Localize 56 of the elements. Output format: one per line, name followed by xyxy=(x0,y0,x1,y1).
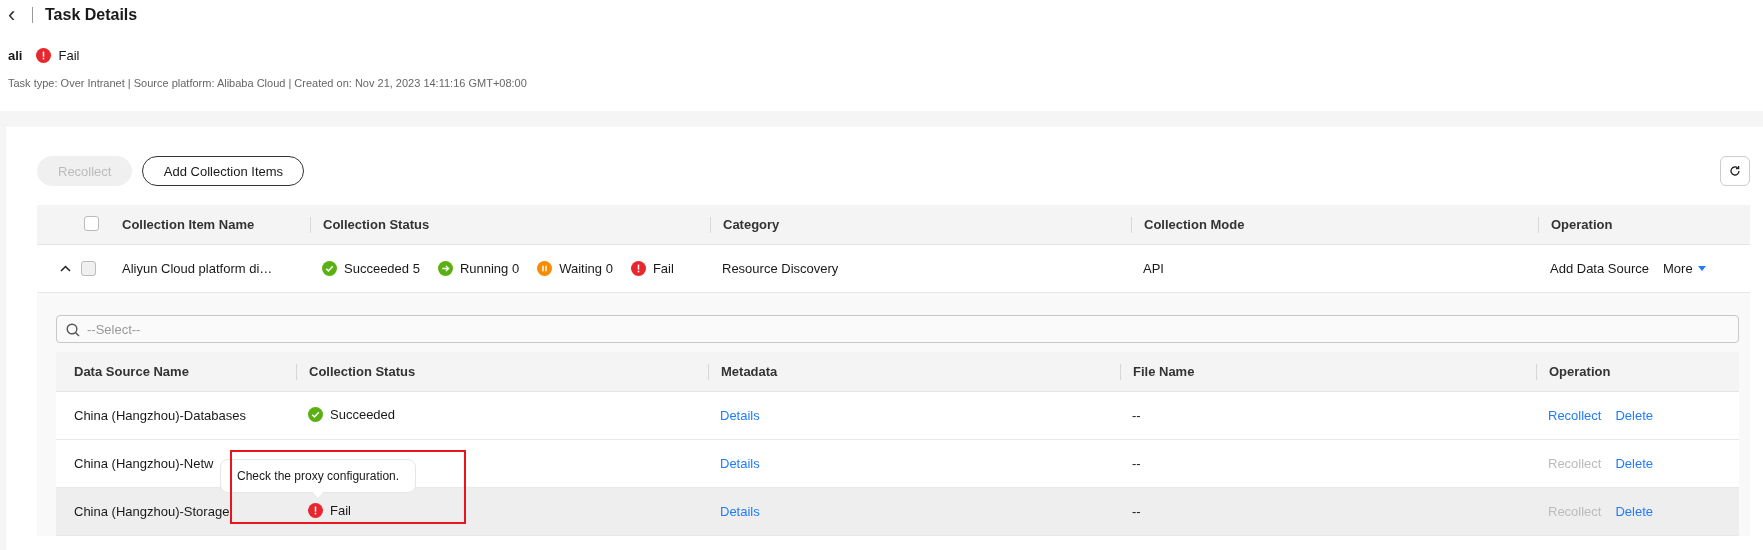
status-label: Fail xyxy=(36,48,80,63)
add-button[interactable]: Add Collection Items xyxy=(142,156,305,186)
column-header: File Name xyxy=(1120,363,1536,380)
row-checkbox[interactable] xyxy=(81,261,96,276)
details-link[interactable]: Details xyxy=(720,456,760,471)
table-cell-text: China (Hangzhou)-Storage xyxy=(73,504,231,519)
add-data-source-link[interactable]: Add Data Source xyxy=(1550,261,1649,276)
table-cell-text: China (Hangzhou)-Netw xyxy=(73,456,215,471)
column-header: Metadata xyxy=(708,363,1120,380)
column-header: Collection Status xyxy=(310,216,710,233)
table-cell-text: Aliyun Cloud platform di… xyxy=(121,261,274,276)
status-label: Running 0 xyxy=(437,261,520,276)
delete-link[interactable]: Delete xyxy=(1615,504,1654,519)
error-icon xyxy=(36,48,52,63)
table-cell-text: -- xyxy=(1131,456,1142,471)
check-circle-icon xyxy=(322,261,337,276)
more-menu[interactable]: More xyxy=(1663,261,1706,276)
table-cell-text: API xyxy=(1142,261,1165,276)
recollect-link[interactable]: Recollect xyxy=(1548,408,1602,423)
details-link[interactable]: Details xyxy=(720,408,760,423)
column-header: Category xyxy=(710,216,1131,233)
column-header: Operation xyxy=(1536,363,1739,380)
error-icon xyxy=(308,502,323,518)
refresh-icon xyxy=(1729,165,1741,177)
delete-link[interactable]: Delete xyxy=(1615,408,1654,423)
table-cell-text: China (Hangzhou)-Databases xyxy=(73,408,247,423)
status-label: Fail xyxy=(308,502,351,518)
pause-circle-icon xyxy=(537,261,553,276)
back-button[interactable]: ‹ xyxy=(8,5,28,25)
details-link[interactable]: Details xyxy=(720,504,760,519)
task-meta: Task type: Over Intranet | Source platform: Alibaba Cloud | Created on: Nov 21, 2023 14:11:16 GMT+08:00 xyxy=(8,77,528,89)
column-header: Collection Status xyxy=(296,363,708,380)
status-label: Fail xyxy=(630,261,674,276)
refresh-button[interactable] xyxy=(1720,156,1750,186)
caret-icon xyxy=(59,265,71,272)
column-header: Data Source Name xyxy=(73,363,190,380)
task-name: ali xyxy=(8,48,23,63)
tooltip-arrow xyxy=(312,491,325,499)
check-circle-icon xyxy=(308,406,323,422)
status-label: Succeeded 5 xyxy=(322,261,420,276)
table-cell-text: Resource Discovery xyxy=(721,261,840,276)
search-field[interactable]: --Select-- xyxy=(56,315,1739,343)
column-header: Collection Mode xyxy=(1131,216,1538,233)
table-cell-text: -- xyxy=(1131,504,1142,519)
column-header: Operation xyxy=(1538,216,1750,233)
page-title: Task Details xyxy=(45,6,138,24)
error-icon xyxy=(630,261,646,276)
delete-link[interactable]: Delete xyxy=(1615,456,1654,471)
arrow-circle-icon xyxy=(437,261,453,276)
status-label: Succeeded xyxy=(308,406,396,422)
caret-icon xyxy=(1697,266,1706,271)
search-icon xyxy=(66,323,80,337)
table-cell-text: -- xyxy=(1131,408,1142,423)
status-label: Waiting 0 xyxy=(537,261,613,276)
select-all-checkbox[interactable] xyxy=(84,215,99,231)
column-header: Collection Item Name xyxy=(121,216,256,233)
